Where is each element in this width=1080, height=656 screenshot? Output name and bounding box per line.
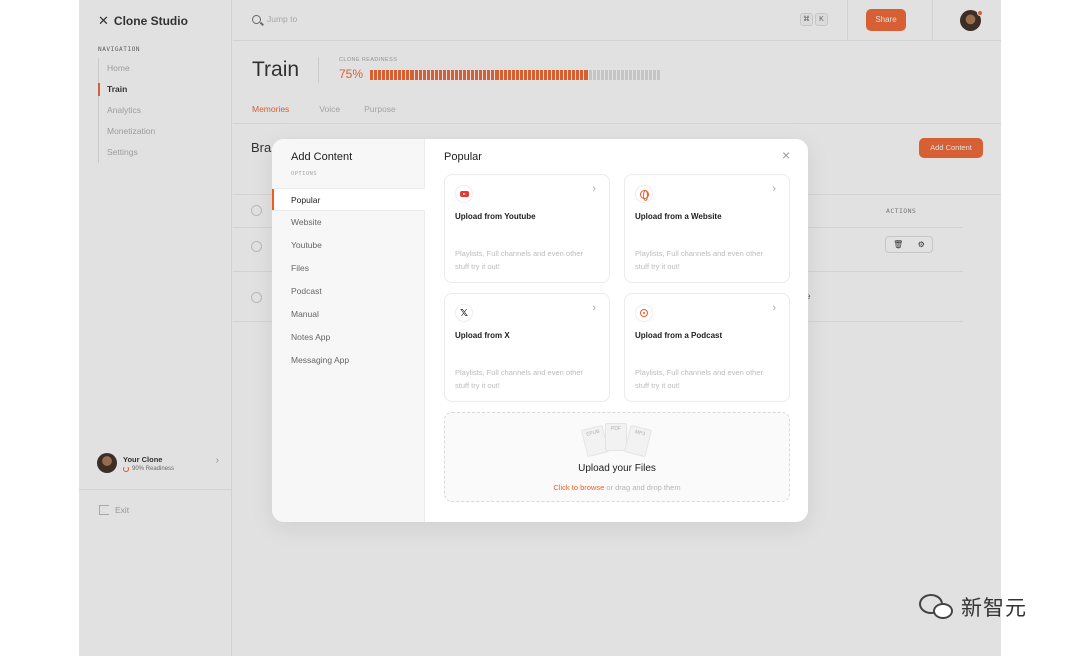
chevron-right-icon: ›	[772, 302, 776, 314]
globe-icon	[635, 185, 653, 203]
youtube-icon	[455, 185, 473, 203]
mp3-file-icon: MP3	[623, 424, 653, 458]
close-icon[interactable]: ×	[782, 148, 790, 162]
podcast-icon	[635, 304, 653, 322]
add-content-modal: Add Content OPTIONS Popular Website Yout…	[272, 139, 808, 522]
modal-title: Add Content	[291, 151, 353, 163]
dropzone-subtitle: Click to browse or drag and drop them	[445, 483, 789, 492]
chevron-right-icon: ›	[772, 183, 776, 195]
dropzone-hint: or drag and drop them	[604, 483, 681, 492]
upload-podcast-card[interactable]: › Upload from a Podcast Playlists, Full …	[624, 293, 790, 402]
dropzone-title: Upload your Files	[578, 463, 656, 474]
menu-item-manual[interactable]: Manual	[272, 303, 425, 326]
modal-heading: Popular	[444, 151, 482, 163]
menu-item-messaging-app[interactable]: Messaging App	[272, 349, 425, 372]
card-title: Upload from Youtube	[455, 212, 536, 221]
upload-website-card[interactable]: › Upload from a Website Playlists, Full …	[624, 174, 790, 283]
pdf-file-icon: PDF	[605, 423, 627, 451]
modal-menu: Popular Website Youtube Files Podcast Ma…	[272, 188, 425, 372]
card-description: Playlists, Full channels and even other …	[455, 249, 583, 271]
watermark-text: 新智元	[961, 596, 1027, 620]
card-description: Playlists, Full channels and even other …	[635, 249, 763, 271]
menu-item-podcast[interactable]: Podcast	[272, 280, 425, 303]
wechat-logo-icon	[919, 592, 955, 622]
modal-sidebar: Add Content OPTIONS Popular Website Yout…	[272, 139, 425, 522]
chevron-right-icon: ›	[592, 302, 596, 314]
chevron-right-icon: ›	[592, 183, 596, 195]
card-title: Upload from a Podcast	[635, 331, 723, 340]
menu-item-youtube[interactable]: Youtube	[272, 234, 425, 257]
browse-link[interactable]: Click to browse	[553, 483, 604, 492]
menu-item-files[interactable]: Files	[272, 257, 425, 280]
options-label: OPTIONS	[291, 171, 317, 177]
card-description: Playlists, Full channels and even other …	[455, 368, 583, 390]
menu-item-notes-app[interactable]: Notes App	[272, 326, 425, 349]
menu-item-website[interactable]: Website	[272, 211, 425, 234]
watermark: 新智元	[919, 592, 1027, 622]
x-logo-icon: 𝕏	[455, 304, 473, 322]
file-dropzone[interactable]: EPUB PDF MP3 Upload your Files Click to …	[444, 412, 790, 502]
upload-youtube-card[interactable]: › Upload from Youtube Playlists, Full ch…	[444, 174, 610, 283]
menu-item-popular[interactable]: Popular	[272, 188, 425, 211]
card-description: Playlists, Full channels and even other …	[635, 368, 763, 390]
card-title: Upload from X	[455, 331, 510, 340]
upload-x-card[interactable]: 𝕏 › Upload from X Playlists, Full channe…	[444, 293, 610, 402]
card-title: Upload from a Website	[635, 212, 722, 221]
